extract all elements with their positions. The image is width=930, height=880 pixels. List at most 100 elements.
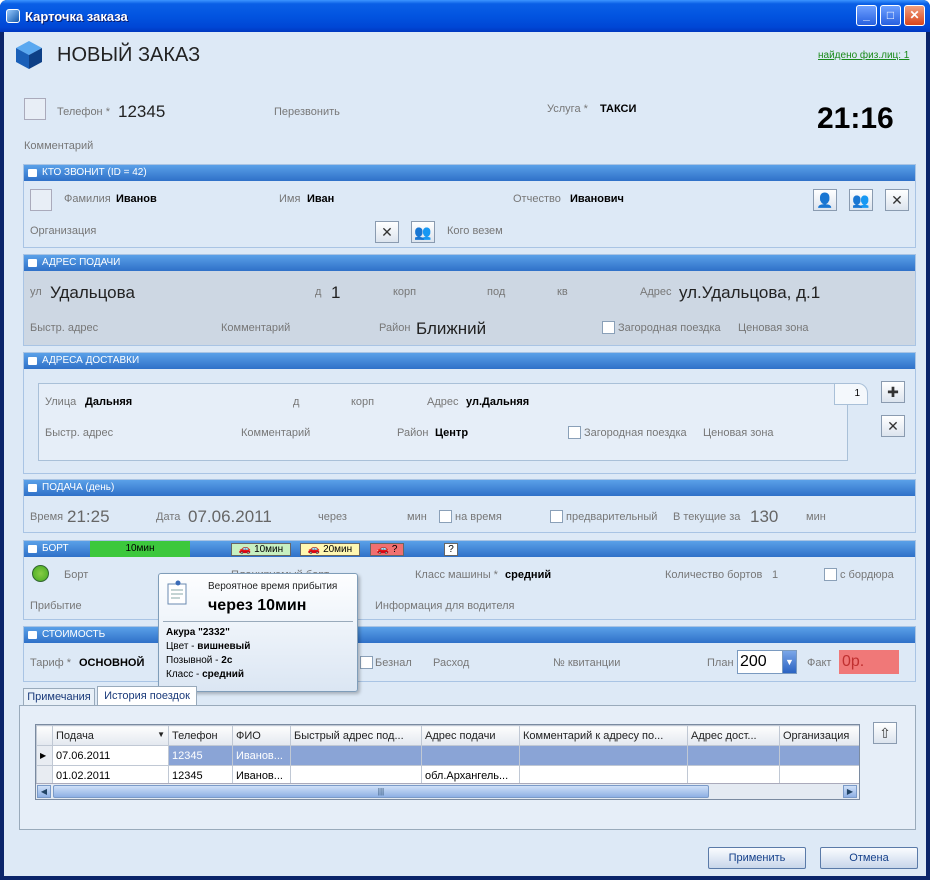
title-bar[interactable]: Карточка заказа _ □ ✕ (0, 0, 930, 32)
phone-type-box[interactable] (24, 98, 46, 120)
supply-min-label: мин (407, 511, 427, 523)
cancel-button[interactable]: Отмена (820, 847, 918, 869)
horizontal-scrollbar[interactable]: ◀ ||| ▶ (36, 783, 859, 799)
sort-desc-icon: ▼ (157, 729, 165, 739)
tariff-label: Тариф * (30, 657, 71, 669)
table-cell[interactable] (779, 745, 859, 766)
pickup-quick-label: Быстр. адрес (30, 322, 99, 334)
pickup-street-input[interactable]: Удальцова (50, 283, 135, 303)
supply-time-input[interactable]: 21:25 (67, 507, 110, 527)
caller-section-header[interactable]: КТО ЗВОНИТ (ID = 42) (24, 165, 915, 181)
current-min-label: мин (806, 511, 826, 523)
scroll-right-button[interactable]: ▶ (843, 785, 857, 798)
service-value[interactable]: ТАКСИ (600, 103, 636, 115)
eta-tag-20[interactable]: 🚗 20мин (300, 543, 360, 556)
board-count-value[interactable]: 1 (772, 569, 778, 581)
page-title: НОВЫЙ ЗАКАЗ (57, 44, 201, 66)
scroll-left-button[interactable]: ◀ (37, 785, 51, 798)
table-cell[interactable]: 07.06.2011 (52, 745, 169, 766)
name-input[interactable]: Иван (307, 193, 334, 205)
pickup-address-label: Адрес (640, 286, 672, 298)
delivery-street-label: Улица (45, 396, 77, 408)
found-persons-link[interactable]: найдено физ.лиц: 1 (818, 50, 909, 61)
current-for-value[interactable]: 130 (750, 507, 778, 527)
plan-dropdown-button[interactable]: ▼ (782, 650, 797, 674)
tab-notes[interactable]: Примечания (23, 688, 95, 706)
tab-trip-history[interactable]: История поездок (97, 686, 197, 706)
table-row[interactable]: ▶ 07.06.2011 12345 Иванов... (36, 745, 859, 766)
plan-label: План (707, 657, 734, 669)
current-row-icon: ▶ (40, 751, 47, 760)
help-tag[interactable]: ? (444, 543, 458, 556)
pickup-house-input[interactable]: 1 (331, 283, 340, 303)
column-header-supply[interactable]: Подача ▼ (52, 725, 169, 746)
phone-input[interactable]: 12345 (118, 102, 165, 122)
column-header-organization[interactable]: Организация (779, 725, 859, 746)
person-card-button[interactable]: 👤 (813, 189, 837, 211)
supply-after-label: через (318, 511, 347, 523)
apply-button[interactable]: Применить (708, 847, 806, 869)
delivery-section-header[interactable]: АДРЕСА ДОСТАВКИ (24, 353, 915, 369)
clear-caller-button[interactable]: ✕ (885, 189, 909, 211)
cashless-checkbox[interactable] (360, 656, 373, 669)
minimize-button[interactable]: _ (856, 5, 877, 26)
pickup-address-value[interactable]: ул.Удальцова, д.1 (679, 283, 820, 303)
table-cell[interactable] (519, 745, 688, 766)
curb-checkbox[interactable] (824, 568, 837, 581)
eta-tag-unknown[interactable]: 🚗 ? (370, 543, 404, 556)
scroll-thumb[interactable]: ||| (53, 785, 709, 798)
table-cell[interactable] (687, 745, 780, 766)
table-cell[interactable]: Иванов... (232, 745, 291, 766)
delivery-tab-1[interactable]: 1 (834, 383, 868, 405)
delivery-address-value[interactable]: ул.Дальняя (466, 396, 529, 408)
passengers-button[interactable]: 👥 (411, 221, 435, 243)
column-header-address-comment[interactable]: Комментарий к адресу по... (519, 725, 688, 746)
pickup-district-value[interactable]: Ближний (416, 319, 486, 339)
column-header-delivery-address[interactable]: Адрес дост... (687, 725, 780, 746)
clear-organization-button[interactable]: ✕ (375, 221, 399, 243)
fact-input[interactable]: 0р. (839, 650, 899, 674)
column-header-fio[interactable]: ФИО (232, 725, 291, 746)
delivery-district-value[interactable]: Центр (435, 427, 468, 439)
patronymic-input[interactable]: Иванович (570, 193, 624, 205)
supply-date-input[interactable]: 07.06.2011 (188, 507, 272, 527)
tooltip-class: Класс - средний (166, 669, 245, 680)
tariff-value[interactable]: ОСНОВНОЙ (79, 657, 144, 669)
pickup-section-header[interactable]: АДРЕС ПОДАЧИ (24, 255, 915, 271)
car-class-value[interactable]: средний (505, 569, 551, 581)
pickup-suburban-checkbox[interactable] (602, 321, 615, 334)
table-cell[interactable] (290, 745, 422, 766)
caller-type-box[interactable] (30, 189, 52, 211)
delivery-suburban-checkbox[interactable] (568, 426, 581, 439)
delivery-street-input[interactable]: Дальняя (85, 396, 132, 408)
supply-section-header[interactable]: ПОДАЧА (день) (24, 480, 915, 496)
plan-input[interactable]: 200 (737, 650, 783, 674)
pickup-street-label: ул (30, 286, 42, 298)
table-cell[interactable]: 12345 (168, 745, 233, 766)
column-header-phone[interactable]: Телефон (168, 725, 233, 746)
add-delivery-button[interactable]: ✚ (881, 381, 905, 403)
delivery-house-label: д (293, 396, 300, 408)
board-label: Борт (64, 569, 89, 581)
remove-delivery-button[interactable]: ✕ (881, 415, 905, 437)
ontime-checkbox[interactable] (439, 510, 452, 523)
table-cell[interactable] (421, 745, 520, 766)
column-header-quick-address[interactable]: Быстрый адрес под... (290, 725, 422, 746)
tooltip-color: Цвет - вишневый (166, 641, 251, 652)
tooltip-callsign: Позывной - 2с (166, 655, 233, 666)
board-count-label: Количество бортов (665, 569, 763, 581)
persons-list-button[interactable]: 👥 (849, 189, 873, 211)
eta-tag-10[interactable]: 🚗 10мин (231, 543, 291, 556)
callback-label[interactable]: Перезвонить (274, 106, 340, 118)
column-header-pickup-address[interactable]: Адрес подачи (421, 725, 520, 746)
maximize-button[interactable]: □ (880, 5, 901, 26)
arrival-label: Прибытие (30, 600, 82, 612)
tooltip-divider (163, 621, 353, 622)
delivery-address-label: Адрес (427, 396, 459, 408)
surname-input[interactable]: Иванов (116, 193, 157, 205)
scroll-up-button[interactable]: ⇧ (873, 722, 897, 744)
ontime-label: на время (455, 511, 502, 523)
preliminary-checkbox[interactable] (550, 510, 563, 523)
chevron-left-icon: ◀ (40, 787, 48, 796)
close-button[interactable]: ✕ (904, 5, 925, 26)
